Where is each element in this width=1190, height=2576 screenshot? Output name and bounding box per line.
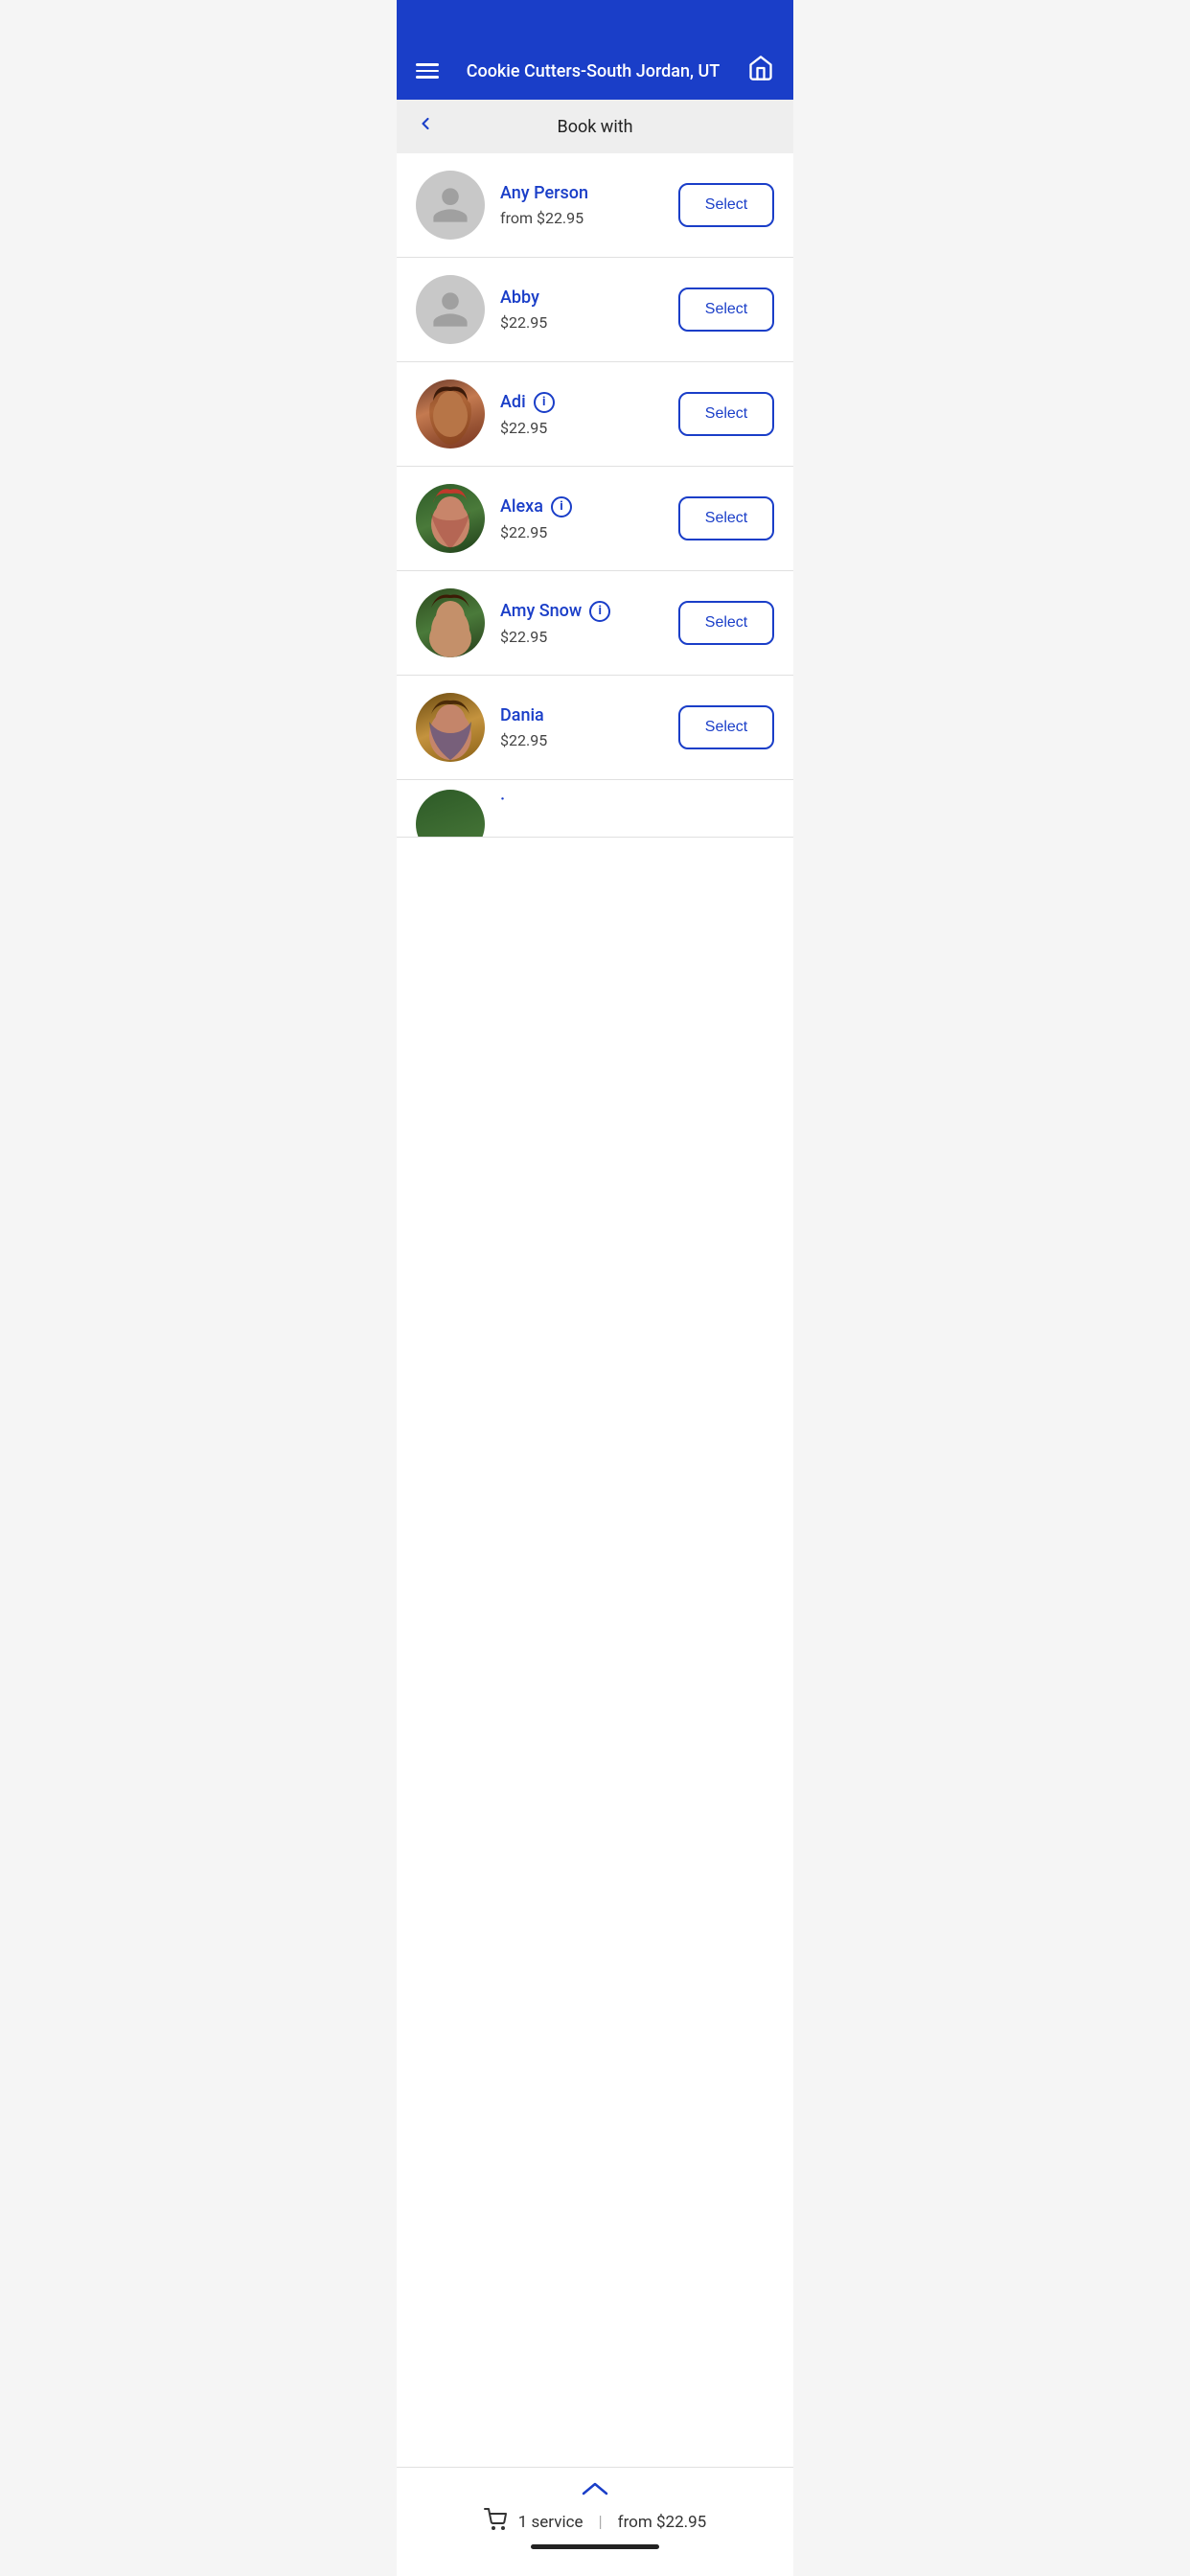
select-button-alexa[interactable]: Select xyxy=(678,496,774,540)
select-button-adi[interactable]: Select xyxy=(678,392,774,436)
list-item: Dania $22.95 Select xyxy=(397,676,793,780)
staff-name: Dania xyxy=(500,705,678,725)
cart-summary: 1 service | from $22.95 xyxy=(416,2508,774,2537)
service-count: 1 service xyxy=(518,2513,584,2532)
info-icon[interactable]: i xyxy=(534,392,555,413)
expand-chevron[interactable] xyxy=(416,2479,774,2502)
header-title: Cookie Cutters-South Jordan, UT xyxy=(450,61,736,81)
staff-info: Dania $22.95 xyxy=(500,705,678,749)
back-button[interactable] xyxy=(416,114,435,139)
separator: | xyxy=(599,2513,603,2532)
info-icon[interactable]: i xyxy=(589,601,610,622)
status-bar xyxy=(397,0,793,42)
home-indicator xyxy=(531,2544,659,2549)
staff-name: Any Person xyxy=(500,183,678,203)
bottom-bar: 1 service | from $22.95 xyxy=(397,2467,793,2576)
staff-name: Amy Snow i xyxy=(500,601,678,622)
home-icon[interactable] xyxy=(747,55,774,87)
avatar xyxy=(416,484,485,553)
avatar xyxy=(416,693,485,762)
subheader: Book with xyxy=(397,100,793,153)
staff-info: Any Person from $22.95 xyxy=(500,183,678,227)
staff-price: from $22.95 xyxy=(500,209,678,227)
header: Cookie Cutters-South Jordan, UT xyxy=(397,42,793,100)
staff-name: Abby xyxy=(500,288,678,308)
staff-price: $22.95 xyxy=(500,419,678,437)
list-item: Amy Snow i $22.95 Select xyxy=(397,571,793,676)
staff-info: · xyxy=(500,790,774,816)
select-button-amy-snow[interactable]: Select xyxy=(678,601,774,645)
staff-info: Alexa i $22.95 xyxy=(500,496,678,541)
avatar xyxy=(416,588,485,657)
avatar xyxy=(416,790,485,838)
list-item: Any Person from $22.95 Select xyxy=(397,153,793,258)
staff-name: Adi i xyxy=(500,392,678,413)
select-button-any-person[interactable]: Select xyxy=(678,183,774,227)
menu-button[interactable] xyxy=(416,63,439,79)
page-title: Book with xyxy=(557,117,632,137)
staff-price: $22.95 xyxy=(500,731,678,749)
staff-price: $22.95 xyxy=(500,628,678,646)
staff-info: Adi i $22.95 xyxy=(500,392,678,437)
total-price: from $22.95 xyxy=(618,2513,707,2532)
list-item: Alexa i $22.95 Select xyxy=(397,467,793,571)
list-item: Adi i $22.95 Select xyxy=(397,362,793,467)
staff-info: Amy Snow i $22.95 xyxy=(500,601,678,646)
cart-icon xyxy=(484,2508,509,2537)
list-item: Abby $22.95 Select xyxy=(397,258,793,362)
select-button-abby[interactable]: Select xyxy=(678,288,774,332)
avatar xyxy=(416,275,485,344)
staff-info: Abby $22.95 xyxy=(500,288,678,332)
list-item: · xyxy=(397,780,793,838)
avatar xyxy=(416,171,485,240)
info-icon[interactable]: i xyxy=(551,496,572,518)
staff-price: $22.95 xyxy=(500,523,678,541)
select-button-dania[interactable]: Select xyxy=(678,705,774,749)
avatar xyxy=(416,380,485,448)
staff-price: $22.95 xyxy=(500,313,678,332)
staff-name: · xyxy=(500,790,774,810)
staff-list: Any Person from $22.95 Select Abby $22.9… xyxy=(397,153,793,2576)
staff-name: Alexa i xyxy=(500,496,678,518)
